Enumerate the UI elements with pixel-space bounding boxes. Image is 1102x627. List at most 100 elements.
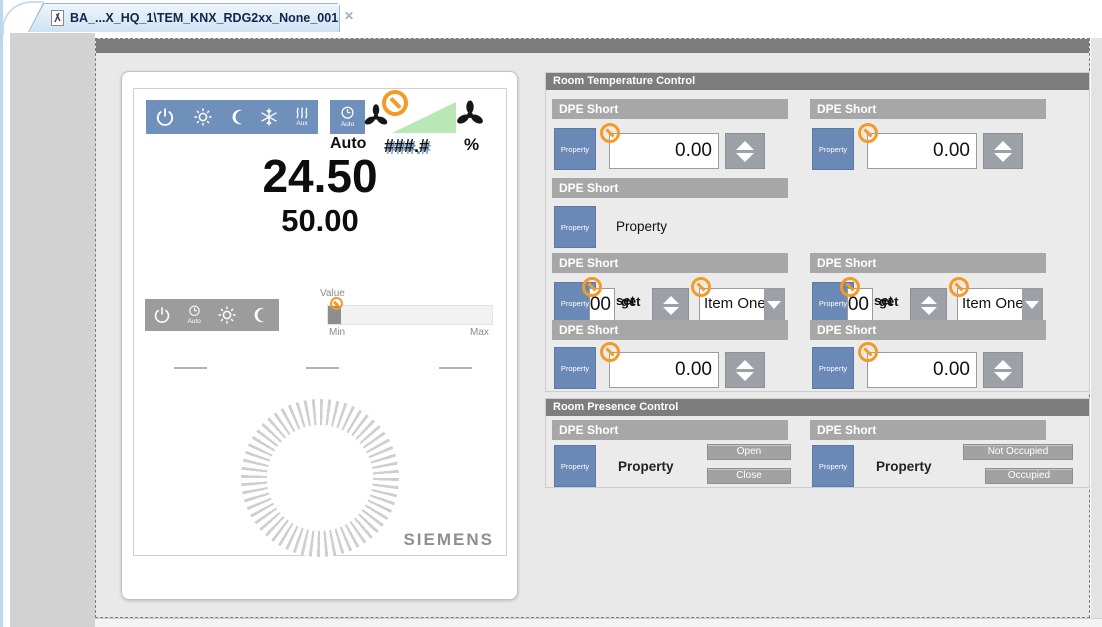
spin-updown-button[interactable] <box>983 133 1023 169</box>
group-header: DPE Short <box>552 320 788 340</box>
panel-tab[interactable]: BA_...X_HQ_1\TEM_KNX_RDG2xx_None_001 <box>28 3 340 32</box>
spinbox-value: 0.00 <box>847 294 869 316</box>
value-spinbox[interactable]: 0.00 <box>609 352 719 388</box>
mini-economy-button[interactable] <box>253 305 271 325</box>
spin-updown-button[interactable] <box>983 352 1023 388</box>
group-header: DPE Short <box>552 178 788 198</box>
value-slider-track <box>327 305 493 325</box>
arrow-up-icon <box>921 296 937 304</box>
property-button[interactable]: Property <box>554 206 596 248</box>
open-button[interactable]: Open <box>707 444 791 460</box>
property-button[interactable]: Property <box>812 445 854 487</box>
group-header: DPE Short <box>552 99 788 119</box>
forbidden-icon <box>949 277 969 297</box>
thermostat-faceplate: Aux Auto Auto ###.# ###.# % 24.50 <box>121 71 518 600</box>
snowflake-icon <box>259 107 279 127</box>
item-combobox[interactable]: Item One <box>957 288 1043 322</box>
combo-control-row: Property 0.00 setget Item One <box>810 279 1062 325</box>
power-button[interactable] <box>155 107 175 127</box>
slider-max-label: Max <box>470 327 489 338</box>
section-title: Room Presence Control <box>546 399 1089 416</box>
arrow-up-icon <box>736 360 754 369</box>
comfort-button[interactable] <box>193 107 213 127</box>
occupied-button[interactable]: Occupied <box>985 468 1073 484</box>
value-spinbox[interactable]: 0.00 <box>609 133 719 169</box>
aux-label: Aux <box>296 121 307 128</box>
spin-control-row: Property 0.00 <box>552 344 804 390</box>
arrow-down-icon <box>994 372 1012 381</box>
mini-comfort-button[interactable] <box>217 305 237 325</box>
auto-mode-button[interactable]: Auto <box>339 106 356 129</box>
section-title: Room Temperature Control <box>546 73 1089 90</box>
spin-updown-button[interactable] <box>725 133 765 169</box>
room-presence-section: Room Presence Control DPE Short DPE Shor… <box>545 398 1090 488</box>
combobox-value: Item One <box>958 289 1022 321</box>
sun-icon <box>217 305 237 325</box>
not-occupied-button[interactable]: Not Occupied <box>963 444 1073 460</box>
combobox-value: Item One <box>700 289 764 321</box>
arrow-up-icon <box>994 360 1012 369</box>
group-header: DPE Short <box>810 320 1046 340</box>
secondary-value: 50.00 <box>134 205 506 236</box>
group-header: DPE Short <box>810 99 1046 119</box>
arrow-up-icon <box>736 141 754 150</box>
sun-icon <box>193 107 213 127</box>
room-temperature-section: Room Temperature Control DPE Short DPE S… <box>545 72 1090 392</box>
chevron-down-icon <box>1025 301 1039 309</box>
spin-updown-button[interactable] <box>910 288 947 322</box>
group-header: DPE Short <box>552 420 788 440</box>
get-label: get <box>621 294 641 309</box>
canvas-top-bar <box>96 39 1089 53</box>
combobox-dropdown-button[interactable] <box>764 289 784 321</box>
property-button[interactable]: Property <box>554 347 596 389</box>
forbidden-icon <box>858 342 878 362</box>
cooling-button[interactable] <box>259 107 279 127</box>
group-header: DPE Short <box>810 253 1046 273</box>
value-spinbox[interactable]: 0.00 <box>867 133 977 169</box>
fan-unit: % <box>464 135 479 155</box>
mini-auto-label: Auto <box>187 319 200 326</box>
window-left-edge <box>0 0 3 627</box>
spin-control-row: Property 0.00 <box>552 125 804 171</box>
item-combobox[interactable]: Item One <box>699 288 785 322</box>
tab-close-icon[interactable]: ✕ <box>344 9 354 23</box>
panel-tab-inner[interactable]: BA_...X_HQ_1\TEM_KNX_RDG2xx_None_001 <box>29 4 339 32</box>
fan-icon <box>454 99 486 131</box>
property-button[interactable]: Property <box>812 347 854 389</box>
siemens-logo: SIEMENS <box>403 530 494 550</box>
mini-auto-button[interactable]: Auto <box>187 305 202 326</box>
spinbox-value: 0.00 <box>933 140 970 162</box>
mode-bar-primary <box>146 100 258 134</box>
rotary-dial[interactable] <box>241 399 399 557</box>
spinbox-value: 0.00 <box>589 294 611 316</box>
placeholder-dash <box>306 367 339 369</box>
left-sidebar-panel <box>10 33 95 627</box>
temperature-value: 24.50 <box>134 153 506 199</box>
property-button[interactable]: Property <box>554 445 596 487</box>
forbidden-icon <box>858 123 878 143</box>
arrow-down-icon <box>994 153 1012 162</box>
economy-button[interactable] <box>231 107 249 127</box>
arrow-up-icon <box>663 296 679 304</box>
get-label: get <box>879 294 899 309</box>
spinbox-value: 0.00 <box>933 359 970 381</box>
application-window: BA_...X_HQ_1\TEM_KNX_RDG2xx_None_001 ✕ <box>0 0 1102 627</box>
label-control-row: Property Property <box>552 203 804 249</box>
value-spinbox[interactable]: 0.00 <box>867 352 977 388</box>
power-icon <box>155 107 175 127</box>
property-button[interactable]: Property <box>554 128 596 170</box>
aux-heat-button[interactable]: Aux <box>293 106 311 128</box>
close-button[interactable]: Close <box>707 468 791 484</box>
spin-control-row: Property 0.00 <box>810 125 1062 171</box>
bottom-strip <box>95 618 1102 627</box>
clock-icon <box>187 305 202 318</box>
tab-title: BA_...X_HQ_1\TEM_KNX_RDG2xx_None_001 <box>70 11 338 25</box>
mini-power-button[interactable] <box>153 306 171 324</box>
combobox-dropdown-button[interactable] <box>1022 289 1042 321</box>
property-button[interactable]: Property <box>812 128 854 170</box>
arrow-down-icon <box>736 372 754 381</box>
spin-updown-button[interactable] <box>725 352 765 388</box>
right-edge-strip <box>1091 38 1102 618</box>
spin-updown-button[interactable] <box>652 288 689 322</box>
rotary-dial-center <box>267 425 373 531</box>
